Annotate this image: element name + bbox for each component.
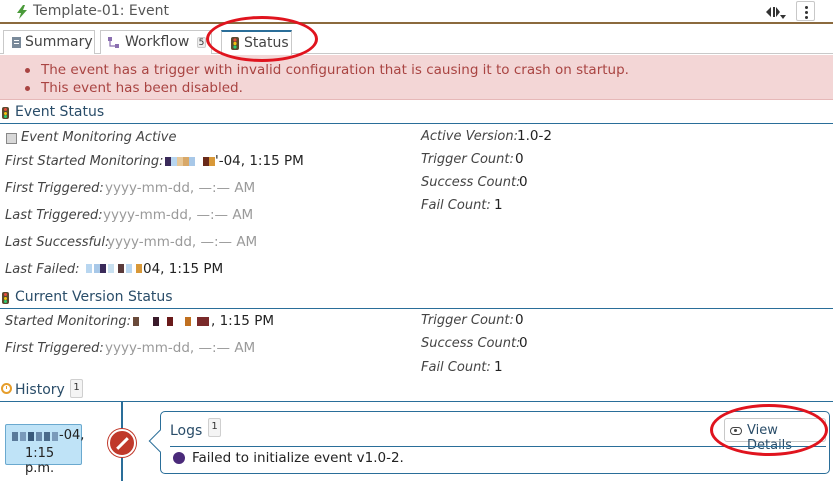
redacted-date xyxy=(165,157,215,166)
log-message: Failed to initialize event v1.0-2. xyxy=(192,450,404,466)
redacted-date xyxy=(86,264,142,273)
logs-card: Logs 1 View Details Failed to initialize… xyxy=(148,411,830,474)
last-failed-label: Last Failed: xyxy=(5,262,80,277)
cv-trigger-count-label: Trigger Count: xyxy=(421,313,514,328)
error-message: This event has been disabled. xyxy=(24,79,629,97)
current-version-status-header: Current Version Status xyxy=(0,287,833,309)
first-triggered-value: yyyy-mm-dd, —:— AM xyxy=(105,180,256,196)
workflow-icon xyxy=(108,37,119,48)
section-title: Current Version Status xyxy=(15,289,173,305)
logs-count: 1 xyxy=(208,418,221,437)
history-count: 1 xyxy=(70,379,83,398)
active-version-value: 1.0-2 xyxy=(517,128,552,144)
event-status-header: Event Status xyxy=(0,102,833,124)
entry-time-text: 1:15 p.m. xyxy=(25,446,55,476)
monitoring-active-label: Event Monitoring Active xyxy=(21,130,177,145)
tab-status[interactable]: Status xyxy=(221,30,292,55)
cv-success-count-label: Success Count: xyxy=(421,336,521,351)
view-details-label: View Details xyxy=(747,423,793,453)
tab-bar: Summary Workflow 5 Status xyxy=(0,26,833,55)
error-banner: The event has a trigger with invalid con… xyxy=(0,55,833,100)
cv-success-count-value: 0 xyxy=(519,335,528,351)
redacted-date xyxy=(133,317,213,326)
started-monitoring-label: Started Monitoring: xyxy=(5,314,132,329)
cv-first-triggered-label: First Triggered: xyxy=(5,341,104,356)
last-successful-value: yyyy-mm-dd, —:— AM xyxy=(107,234,258,250)
tab-summary-label: Summary xyxy=(25,34,93,50)
last-triggered-label: Last Triggered: xyxy=(5,208,103,223)
tab-workflow-label: Workflow xyxy=(125,34,190,50)
cv-fail-count-value: 1 xyxy=(494,359,503,375)
cv-fail-count-label: Fail Count: xyxy=(421,360,491,375)
traffic-light-icon xyxy=(2,292,9,304)
first-started-value: '-04, 1:15 PM xyxy=(215,153,304,169)
fail-count-label: Fail Count: xyxy=(421,198,491,213)
last-triggered-value: yyyy-mm-dd, —:— AM xyxy=(103,207,254,223)
started-monitoring-value: , 1:15 PM xyxy=(211,313,274,329)
cv-first-triggered-value: yyyy-mm-dd, —:— AM xyxy=(105,340,256,356)
traffic-light-icon xyxy=(2,107,9,119)
view-details-button[interactable]: View Details xyxy=(724,418,826,453)
cv-trigger-count-value: 0 xyxy=(515,312,524,328)
first-started-label: First Started Monitoring: xyxy=(5,154,164,169)
history-entry-date[interactable]: -04, 1:15 p.m. xyxy=(5,424,85,476)
title-bar: Template-01: Event xyxy=(0,0,833,24)
monitoring-active-checkbox[interactable] xyxy=(6,133,17,144)
fail-count-value: 1 xyxy=(494,197,503,213)
history-clock-icon xyxy=(1,383,12,394)
collapse-toggle-icon[interactable] xyxy=(764,3,786,21)
trigger-count-label: Trigger Count: xyxy=(421,152,514,167)
tab-workflow[interactable]: Workflow 5 xyxy=(100,30,212,54)
traffic-light-icon xyxy=(231,37,239,50)
error-message: The event has a trigger with invalid con… xyxy=(24,61,629,79)
logs-title: Logs xyxy=(170,423,203,439)
window-title: Template-01: Event xyxy=(33,3,170,19)
document-icon xyxy=(12,37,21,48)
eye-icon xyxy=(730,427,742,435)
tab-summary[interactable]: Summary xyxy=(3,30,95,54)
success-count-value: 0 xyxy=(519,174,528,190)
entry-date-text: -04, xyxy=(59,428,85,443)
tab-status-label: Status xyxy=(244,35,289,51)
success-count-label: Success Count: xyxy=(421,175,521,190)
section-title: History xyxy=(15,382,65,398)
last-successful-label: Last Successful: xyxy=(5,235,110,250)
history-header: History xyxy=(0,380,833,402)
workflow-count-badge: 5 xyxy=(197,37,206,48)
more-options-button[interactable] xyxy=(796,1,815,21)
first-triggered-label: First Triggered: xyxy=(5,181,104,196)
redacted-date xyxy=(12,432,58,441)
last-failed-value: 04, 1:15 PM xyxy=(143,261,224,277)
bomb-icon xyxy=(173,452,185,464)
section-title: Event Status xyxy=(15,104,105,120)
trigger-count-value: 0 xyxy=(515,151,524,167)
lightning-icon xyxy=(17,5,27,19)
failed-status-icon xyxy=(108,429,136,457)
active-version-label: Active Version: xyxy=(421,129,519,144)
